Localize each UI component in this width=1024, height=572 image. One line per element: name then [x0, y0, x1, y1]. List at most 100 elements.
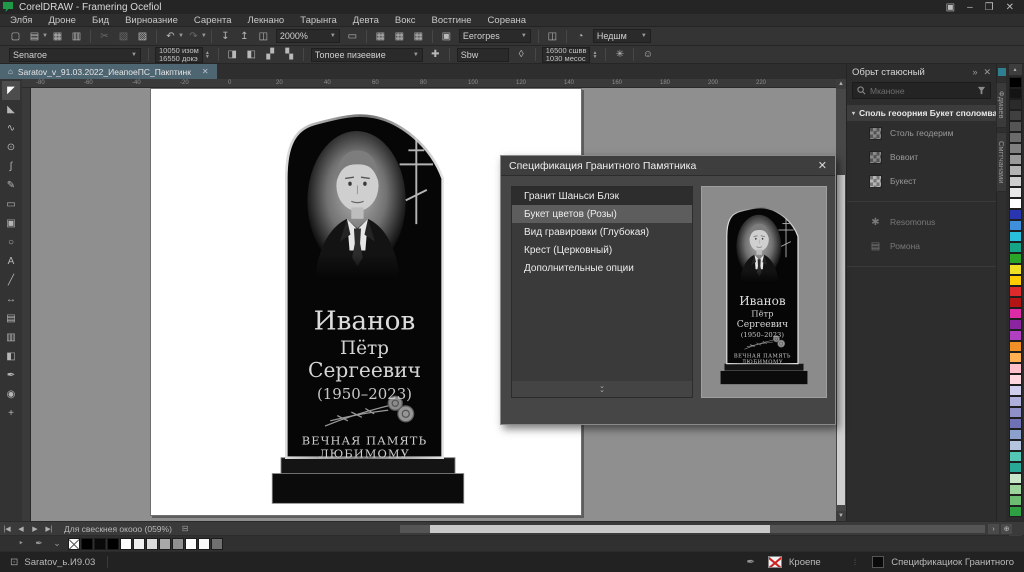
copy-icon[interactable]: ▧ [115, 29, 132, 44]
palette-color-swatch[interactable] [1009, 77, 1022, 88]
document-color-swatch[interactable] [81, 538, 93, 550]
object-position-fields-spinner[interactable]: ▲▼ [205, 51, 210, 59]
palette-color-swatch[interactable] [1009, 132, 1022, 143]
outline-width-field[interactable]: Sbw [457, 48, 509, 62]
spec-list-item-2[interactable]: Вид гравировки (Глубокая) [512, 223, 692, 241]
restore-icon[interactable]: ❐ [985, 2, 994, 13]
next-page-icon[interactable]: ▶ [28, 525, 42, 533]
cut-icon[interactable]: ✂ [96, 29, 113, 44]
document-color-swatch[interactable] [146, 538, 158, 550]
page-size-fields[interactable]: 16500 сшвв1030 месос [542, 47, 591, 63]
chevron-down-icon[interactable]: ▼ [42, 33, 48, 39]
docker-search-box[interactable] [852, 82, 991, 99]
palette-color-swatch[interactable] [1009, 352, 1022, 363]
medium-select[interactable]: Недшм▼ [593, 29, 651, 43]
undo-icon[interactable]: ↶ [162, 29, 179, 44]
artistic-media-tool[interactable]: ✎ [2, 176, 20, 195]
document-color-swatch[interactable] [211, 538, 223, 550]
print-icon[interactable]: ▥ [68, 29, 85, 44]
document-color-swatch[interactable] [172, 538, 184, 550]
horizontal-scrollbar[interactable] [400, 525, 985, 533]
palette-color-swatch[interactable] [1009, 253, 1022, 264]
settings-gear-icon[interactable]: ✳ [611, 47, 628, 62]
first-page-icon[interactable]: |◀ [0, 525, 14, 533]
export-pdf-icon[interactable]: ◫ [255, 29, 272, 44]
outline-style-select[interactable]: Топоее пизеевие▼ [311, 48, 423, 62]
search-input[interactable] [870, 86, 973, 96]
palette-color-swatch[interactable] [1009, 330, 1022, 341]
palette-scroll-up-icon[interactable]: ▴ [1009, 64, 1022, 75]
dialog-title-bar[interactable]: Спецификация Гранитного Памятника ✕ [501, 156, 835, 176]
palette-color-swatch[interactable] [1009, 319, 1022, 330]
pick-tool[interactable]: ◤ [2, 81, 20, 100]
eyedropper-icon[interactable]: ✒ [32, 538, 46, 549]
palette-color-swatch[interactable] [1009, 308, 1022, 319]
import-icon[interactable]: ↧ [217, 29, 234, 44]
vertical-scrollbar[interactable]: ▲ ▼ [836, 79, 846, 521]
zoom-level-select[interactable]: 2000%▼ [276, 29, 340, 43]
palette-color-swatch[interactable] [1009, 363, 1022, 374]
minimize-icon[interactable]: – [967, 2, 973, 13]
palette-options-icon[interactable]: ⌄ [50, 538, 64, 549]
three-point-rectangle-tool[interactable]: ▣ [2, 214, 20, 233]
palette-color-swatch[interactable] [1009, 484, 1022, 495]
menu-item-9[interactable]: Востгине [432, 15, 472, 26]
document-color-swatch[interactable] [159, 538, 171, 550]
spec-list-item-3[interactable]: Крест (Церковный) [512, 241, 692, 259]
view-guidelines-icon[interactable]: ▦ [410, 29, 427, 44]
palette-color-swatch[interactable] [1009, 297, 1022, 308]
vertical-scroll-thumb[interactable] [837, 175, 845, 505]
nudge-icon[interactable]: ✚ [427, 47, 444, 62]
palette-color-swatch[interactable] [1009, 121, 1022, 132]
palette-color-swatch[interactable] [1009, 143, 1022, 154]
palette-color-swatch[interactable] [1009, 242, 1022, 253]
flyout-arrow-icon[interactable]: ‣ [14, 538, 28, 549]
palette-color-swatch[interactable] [1009, 341, 1022, 352]
clock-icon[interactable]: ◔ [572, 29, 589, 44]
filter-icon[interactable] [977, 86, 986, 95]
palette-color-swatch[interactable] [1009, 165, 1022, 176]
dialog-close-icon[interactable]: ✕ [818, 159, 827, 172]
document-color-swatch[interactable] [120, 538, 132, 550]
last-page-icon[interactable]: ▶| [42, 525, 56, 533]
monument-design[interactable]: Иванов Пётр Сергеевич (1950–2023) ВЕЧНАЯ… [267, 94, 469, 507]
options-icon[interactable]: ▣ [438, 29, 455, 44]
menu-item-1[interactable]: Дроне [48, 15, 76, 26]
document-color-swatch[interactable] [185, 538, 197, 550]
palette-color-swatch[interactable] [1009, 374, 1022, 385]
docker-extra-item-1[interactable]: ▤Ромона [847, 234, 996, 258]
previous-page-icon[interactable]: ◀ [14, 525, 28, 533]
export-icon[interactable]: ↥ [236, 29, 253, 44]
scale-icon[interactable]: ◨ [224, 47, 241, 62]
palette-color-swatch[interactable] [1009, 220, 1022, 231]
palette-color-swatch[interactable] [1009, 506, 1022, 517]
menu-item-8[interactable]: Вокс [395, 15, 416, 26]
palette-color-swatch[interactable] [1009, 396, 1022, 407]
horizontal-scroll-thumb[interactable] [430, 525, 770, 533]
document-color-swatch[interactable] [94, 538, 106, 550]
view-grid-icon[interactable]: ▦ [372, 29, 389, 44]
feedback-icon[interactable]: ☺ [639, 47, 656, 62]
vertical-ruler[interactable] [22, 88, 31, 521]
spec-list-item-4[interactable]: Дополнительные опции [512, 259, 692, 277]
scroll-right-icon[interactable]: › [988, 524, 999, 534]
spec-list-item-0[interactable]: Гранит Шаньси Блэк [512, 187, 692, 205]
line-tool[interactable]: ╱ [2, 271, 20, 290]
document-color-swatch[interactable] [107, 538, 119, 550]
image-frame-tool[interactable]: ▤ [2, 309, 20, 328]
palette-color-swatch[interactable] [1009, 473, 1022, 484]
open-icon[interactable]: ▤ [26, 29, 43, 44]
menu-item-0[interactable]: Элбя [10, 15, 32, 26]
menu-item-4[interactable]: Сарента [194, 15, 232, 26]
document-color-swatch[interactable] [198, 538, 210, 550]
zoom-tool[interactable]: ⊙ [2, 138, 20, 157]
rotate-icon[interactable]: ▞ [262, 47, 279, 62]
palette-color-swatch[interactable] [1009, 275, 1022, 286]
bezier-tool[interactable]: ∫ [2, 157, 20, 176]
full-screen-preview-icon[interactable]: ▭ [344, 29, 361, 44]
palette-color-swatch[interactable] [1009, 385, 1022, 396]
docker-extra-item-0[interactable]: ✱Resomonus [847, 210, 996, 234]
text-tool[interactable]: A [2, 252, 20, 271]
palette-color-swatch[interactable] [1009, 176, 1022, 187]
dimension-tool[interactable]: ↔ [2, 290, 20, 309]
